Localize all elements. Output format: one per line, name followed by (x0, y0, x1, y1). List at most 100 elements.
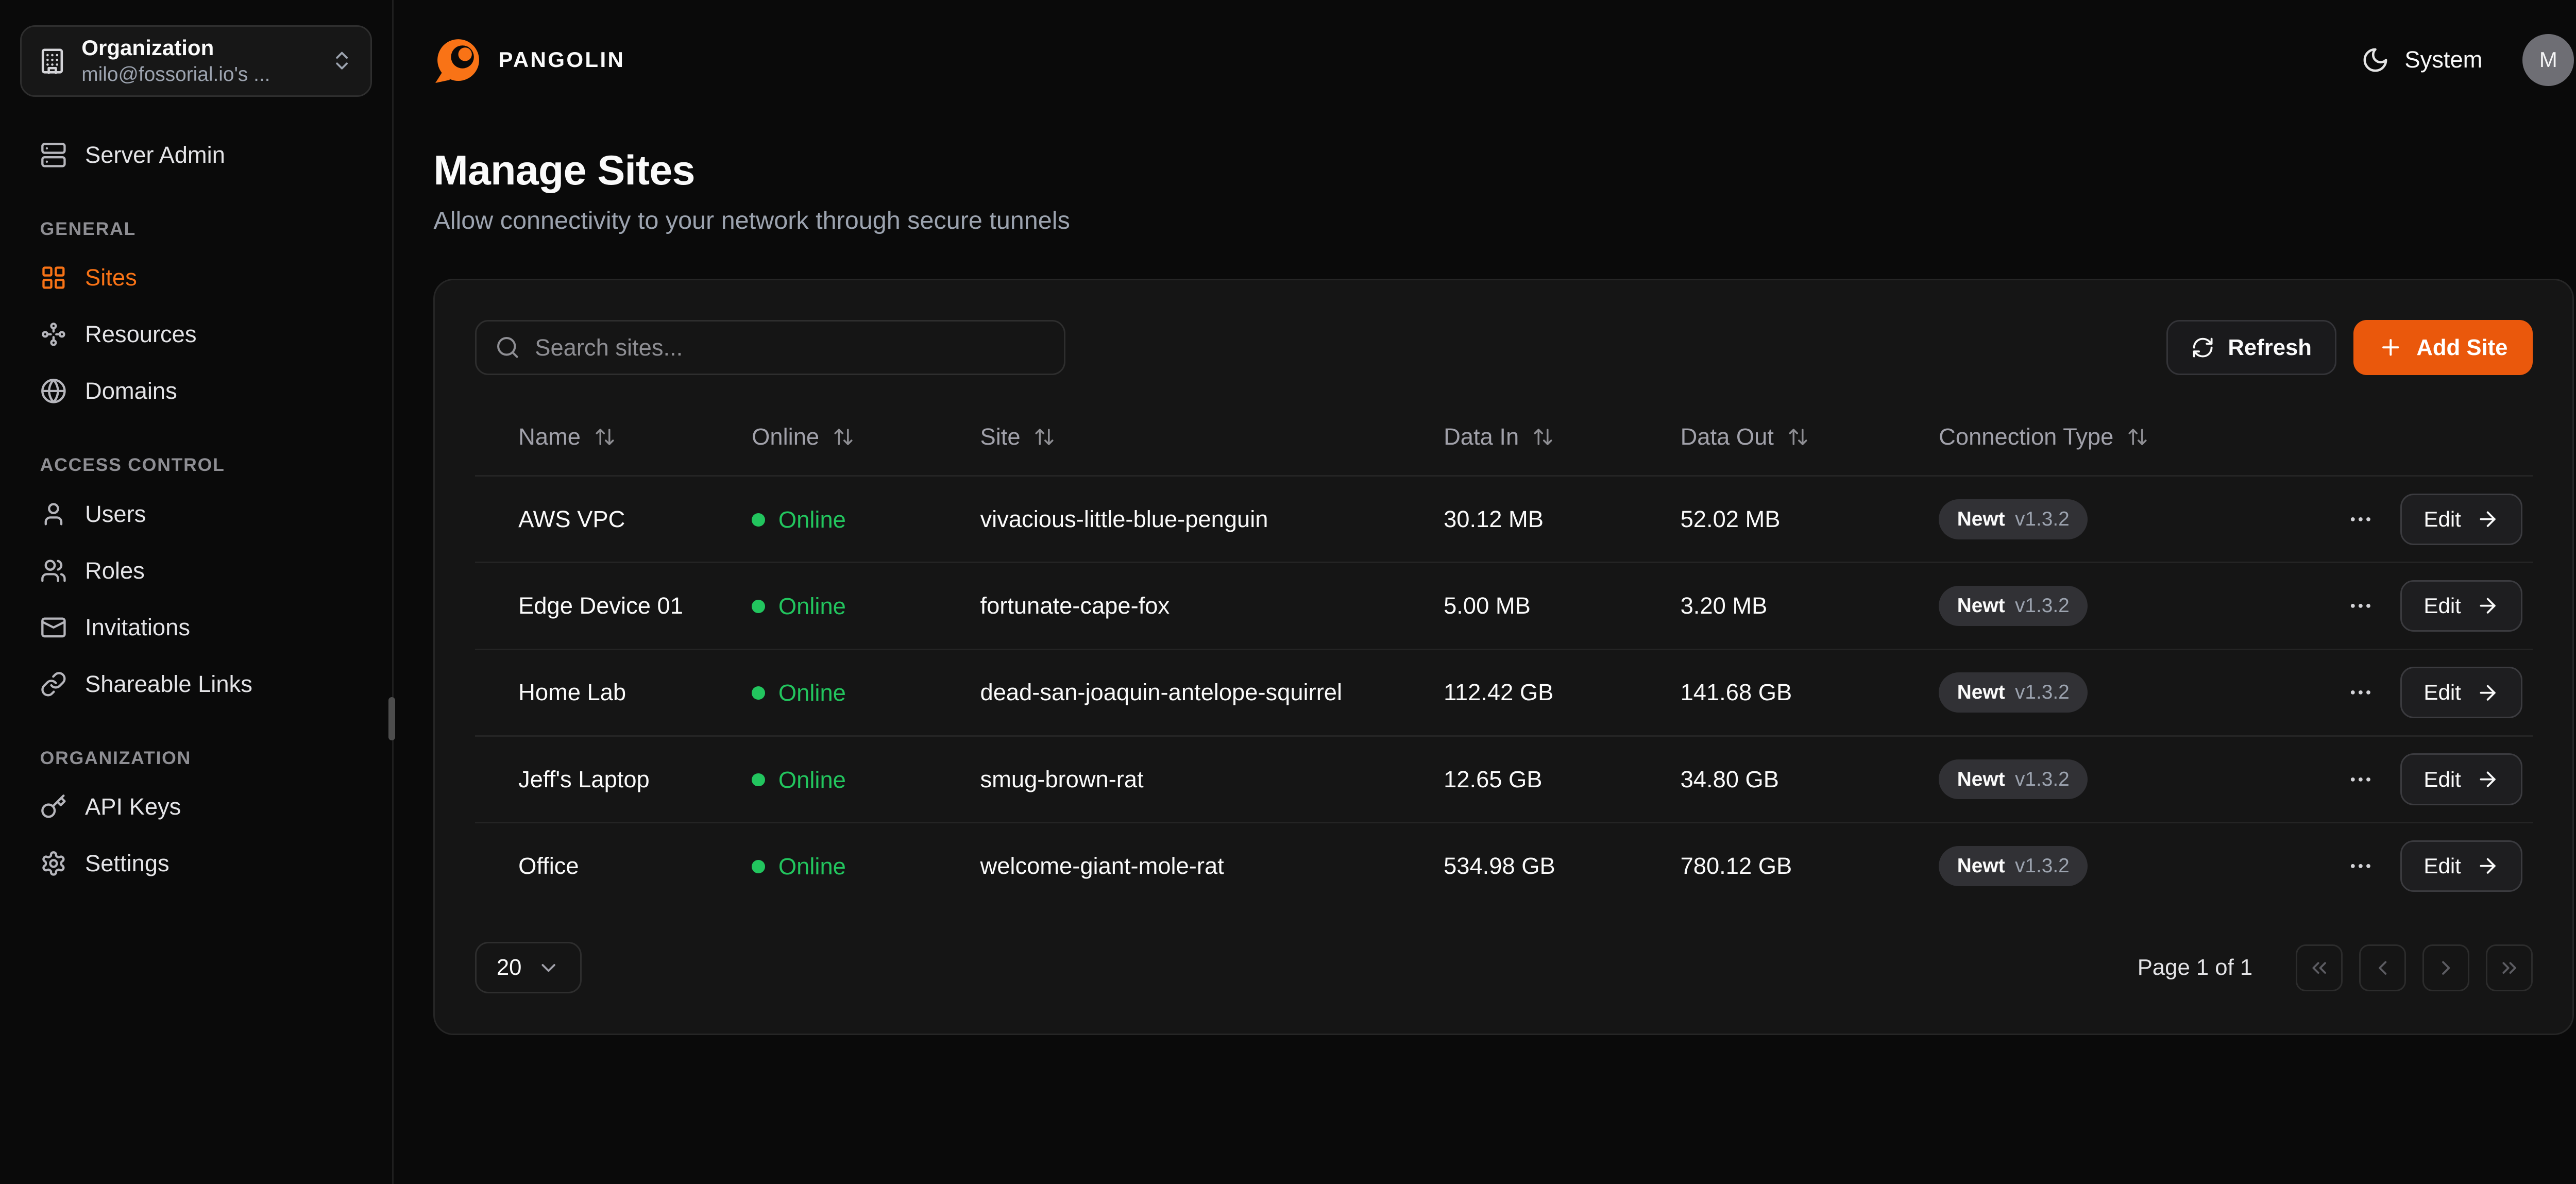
sidebar-item-label: Sites (85, 264, 137, 291)
data-out-value: 3.20 MB (1681, 593, 1939, 619)
edit-button[interactable]: Edit (2400, 580, 2522, 632)
arrow-right-icon (2476, 854, 2499, 877)
arrow-right-icon (2476, 594, 2499, 617)
column-header-connection_type[interactable]: Connection Type (1939, 424, 2329, 450)
brand-name: PANGOLIN (499, 47, 625, 72)
next-page-button[interactable] (2422, 944, 2469, 991)
column-header-label: Data In (1444, 424, 1519, 450)
column-header-label: Connection Type (1939, 424, 2113, 450)
org-picker[interactable]: Organization milo@fossorial.io's ... (20, 25, 372, 97)
column-header-site[interactable]: Site (980, 424, 1444, 450)
row-menu-button[interactable] (2337, 496, 2384, 543)
sidebar-item-sites[interactable]: Sites (20, 249, 372, 306)
theme-toggle[interactable]: System (2361, 46, 2482, 74)
ellipsis-icon (2347, 506, 2374, 533)
site-name: Jeff's Laptop (475, 766, 752, 793)
row-menu-button[interactable] (2337, 842, 2384, 889)
data-out-value: 52.02 MB (1681, 506, 1939, 533)
connection-type: Newt (1957, 855, 2005, 877)
connection-type: Newt (1957, 768, 2005, 791)
pagination-label: Page 1 of 1 (2138, 955, 2252, 980)
sidebar-item-label: Server Admin (85, 142, 225, 168)
connection-type: Newt (1957, 681, 2005, 704)
table-body: AWS VPCOnlinevivacious-little-blue-pengu… (475, 475, 2533, 908)
online-dot (752, 513, 765, 527)
search-input[interactable] (535, 334, 1045, 361)
sort-icon (1532, 426, 1554, 448)
sidebar-item-resources[interactable]: Resources (20, 306, 372, 363)
add-site-button[interactable]: Add Site (2353, 320, 2533, 375)
column-header-data_out[interactable]: Data Out (1681, 424, 1939, 450)
prev-page-button[interactable] (2359, 944, 2406, 991)
chevrons-right-icon (2498, 956, 2521, 979)
brand: PANGOLIN (433, 35, 625, 85)
table-row: OfficeOnlinewelcome-giant-mole-rat534.98… (475, 822, 2533, 908)
site-tunnel-name: welcome-giant-mole-rat (980, 853, 1444, 879)
edit-button[interactable]: Edit (2400, 667, 2522, 718)
table-row: Edge Device 01Onlinefortunate-cape-fox5.… (475, 562, 2533, 648)
sidebar-item-shareable-links[interactable]: Shareable Links (20, 656, 372, 713)
column-header-label: Data Out (1681, 424, 1774, 450)
edit-button-label: Edit (2424, 854, 2461, 878)
server-icon (40, 142, 67, 168)
connection-type: Newt (1957, 595, 2005, 617)
sidebar-item-invitations[interactable]: Invitations (20, 599, 372, 656)
edit-button[interactable]: Edit (2400, 840, 2522, 892)
row-menu-button[interactable] (2337, 669, 2384, 716)
connection-version: v1.3.2 (2015, 508, 2070, 531)
chevrons-left-icon (2308, 956, 2331, 979)
first-page-button[interactable] (2296, 944, 2343, 991)
row-menu-button[interactable] (2337, 583, 2384, 630)
page-size-select[interactable]: 20 (475, 942, 582, 993)
page-size-value: 20 (497, 955, 522, 980)
site-name: Home Lab (475, 679, 752, 706)
arrow-right-icon (2476, 768, 2499, 791)
sidebar-item-server-admin[interactable]: Server Admin (20, 127, 372, 183)
row-menu-button[interactable] (2337, 756, 2384, 803)
gear-icon (40, 850, 67, 877)
edit-button[interactable]: Edit (2400, 753, 2522, 805)
data-in-value: 5.00 MB (1444, 593, 1681, 619)
sidebar-item-domains[interactable]: Domains (20, 363, 372, 419)
pangolin-logo-icon (433, 35, 483, 85)
sidebar-item-label: Resources (85, 321, 197, 348)
edit-button-label: Edit (2424, 507, 2461, 532)
org-picker-label: Organization (81, 34, 315, 62)
connection-type: Newt (1957, 508, 2005, 531)
online-dot (752, 860, 765, 873)
avatar[interactable]: M (2522, 34, 2574, 86)
column-header-label: Name (518, 424, 581, 450)
sidebar-item-roles[interactable]: Roles (20, 543, 372, 599)
online-status: Online (752, 593, 846, 620)
sidebar-item-settings[interactable]: Settings (20, 835, 372, 892)
site-tunnel-name: dead-san-joaquin-antelope-squirrel (980, 679, 1444, 706)
edit-button[interactable]: Edit (2400, 494, 2522, 545)
table-header-row: Name OnlineSiteData In Data Out Connection … (475, 398, 2533, 475)
org-picker-value: milo@fossorial.io's ... (81, 62, 315, 88)
last-page-button[interactable] (2486, 944, 2533, 991)
ellipsis-icon (2347, 766, 2374, 793)
edit-button-label: Edit (2424, 680, 2461, 705)
data-out-value: 780.12 GB (1681, 853, 1939, 879)
app: Organization milo@fossorial.io's ... Ser… (0, 0, 2576, 1184)
online-status: Online (752, 853, 846, 880)
sidebar-item-api-keys[interactable]: API Keys (20, 779, 372, 835)
theme-toggle-label: System (2404, 46, 2482, 73)
sidebar-item-label: Shareable Links (85, 671, 252, 698)
column-header-name[interactable]: Name (475, 424, 752, 450)
data-out-value: 141.68 GB (1681, 679, 1939, 706)
connection-type-badge: Newtv1.3.2 (1939, 672, 2088, 713)
add-site-button-label: Add Site (2416, 335, 2507, 361)
search-icon (495, 335, 520, 360)
ellipsis-icon (2347, 679, 2374, 706)
column-header-data_in[interactable]: Data In (1444, 424, 1681, 450)
sidebar-resize-handle[interactable] (388, 697, 395, 740)
connection-type-badge: Newtv1.3.2 (1939, 586, 2088, 626)
sidebar-item-users[interactable]: Users (20, 486, 372, 543)
org-picker-text: Organization milo@fossorial.io's ... (81, 34, 315, 88)
sort-icon (1787, 426, 1809, 448)
sidebar-item-label: Users (85, 501, 146, 528)
data-in-value: 534.98 GB (1444, 853, 1681, 879)
column-header-online[interactable]: Online (752, 424, 980, 450)
refresh-button[interactable]: Refresh (2166, 320, 2336, 375)
